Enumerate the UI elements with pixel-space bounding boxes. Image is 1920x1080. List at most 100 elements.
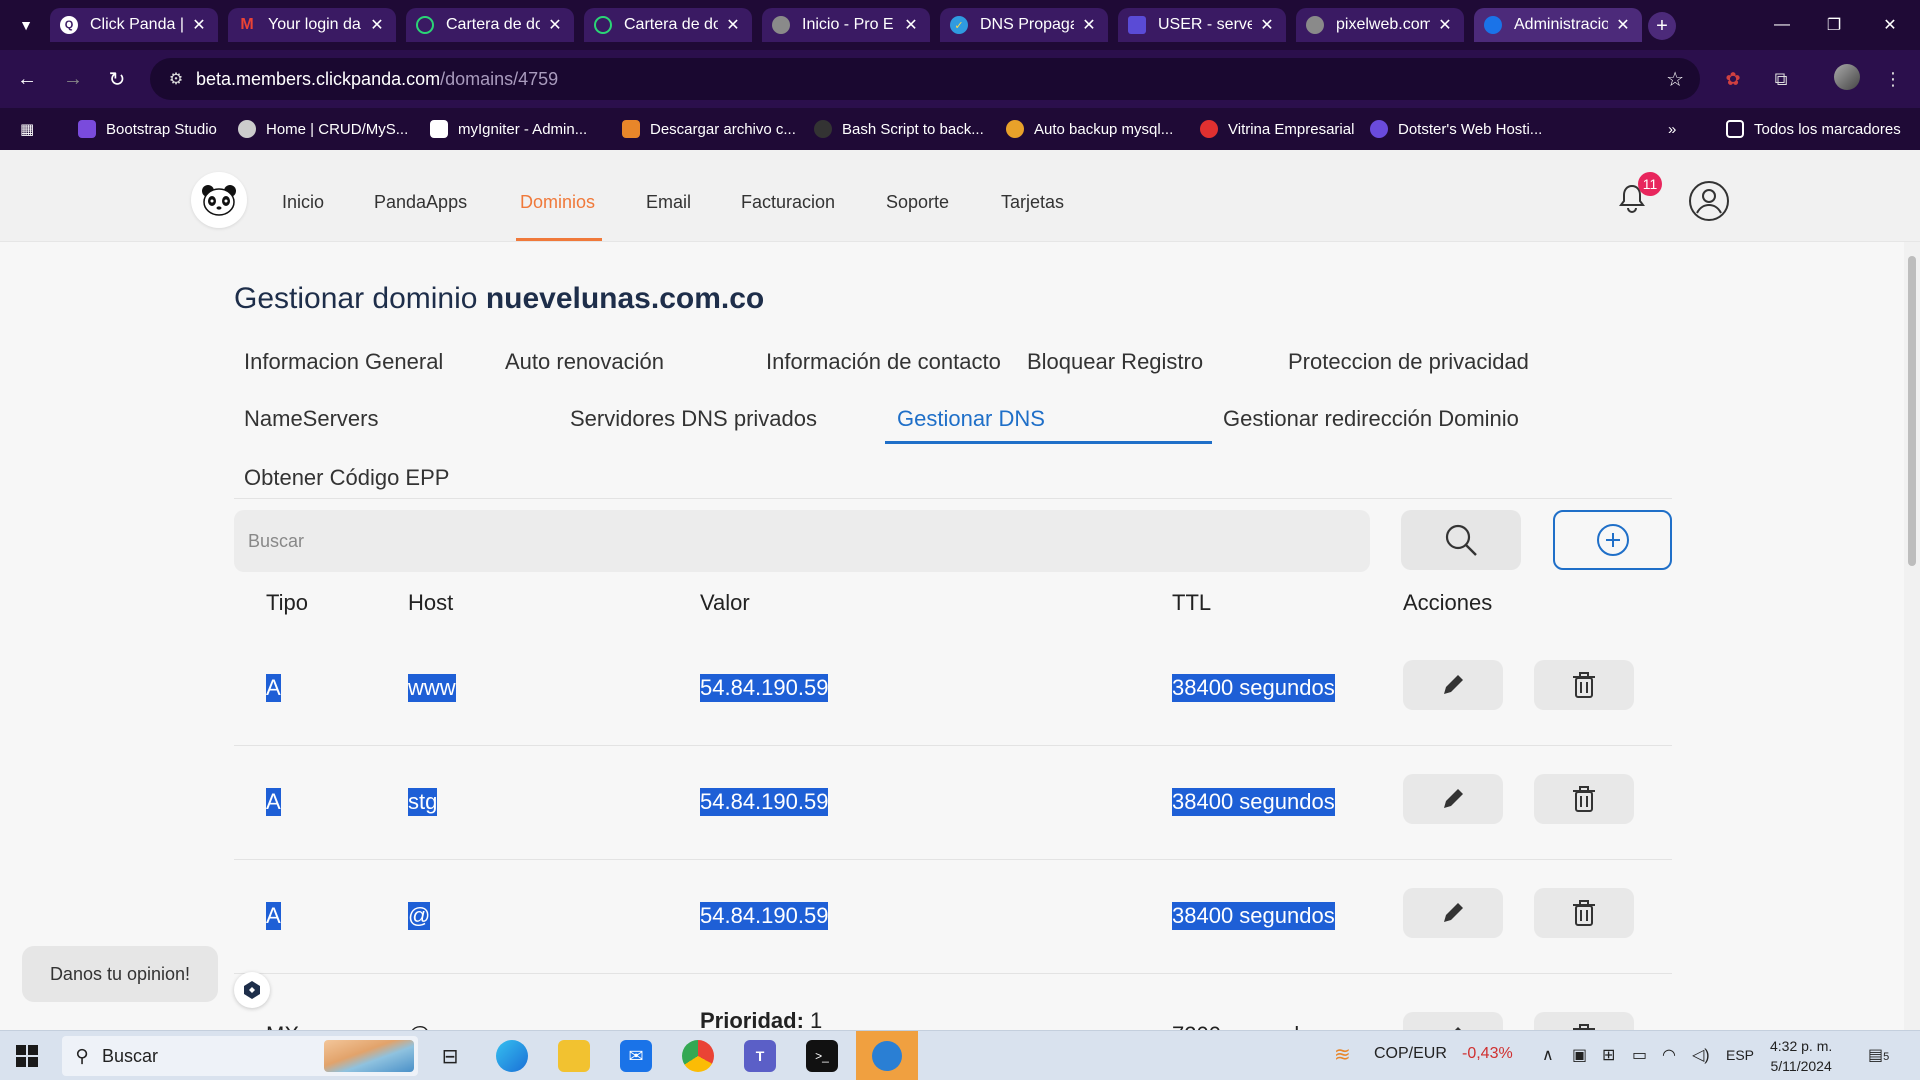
nav-soporte[interactable]: Soporte: [886, 192, 949, 213]
chat-widget-icon[interactable]: [234, 972, 270, 1008]
close-tab-icon[interactable]: ✕: [1080, 15, 1098, 35]
page-scrollbar[interactable]: [1904, 242, 1920, 1030]
browser-tab[interactable]: Q Click Panda | ✕: [50, 8, 218, 42]
bookmark-item[interactable]: Descargar archivo c...: [622, 118, 796, 140]
more-bookmarks-icon[interactable]: »: [1668, 118, 1676, 140]
nav-tarjetas[interactable]: Tarjetas: [1001, 192, 1064, 213]
bookmark-item[interactable]: Vitrina Empresarial: [1200, 118, 1354, 140]
bookmark-star-icon[interactable]: ☆: [1666, 67, 1684, 92]
taskbar-search-input[interactable]: ⚲ Buscar: [62, 1036, 418, 1076]
close-tab-icon[interactable]: ✕: [1614, 15, 1632, 35]
tab-servidores-dns-privados[interactable]: Servidores DNS privados: [570, 406, 817, 432]
browser-tab[interactable]: pixelweb.com ✕: [1296, 8, 1464, 42]
close-window-icon[interactable]: ✕: [1870, 10, 1910, 40]
close-tab-icon[interactable]: ✕: [190, 15, 208, 35]
bookmark-item[interactable]: Bash Script to back...: [814, 118, 984, 140]
restore-icon[interactable]: ❐: [1814, 10, 1854, 40]
bookmark-item[interactable]: myIgniter - Admin...: [430, 118, 587, 140]
tab-proteccion-privacidad[interactable]: Proteccion de privacidad: [1288, 349, 1529, 375]
add-record-button[interactable]: [1553, 510, 1672, 570]
bookmark-item[interactable]: Home | CRUD/MyS...: [238, 118, 408, 140]
tray-app-icon[interactable]: ▣: [1572, 1045, 1587, 1065]
browser-tab[interactable]: Cartera de do ✕: [584, 8, 752, 42]
kebab-menu-icon[interactable]: ⋮: [1878, 64, 1908, 94]
close-tab-icon[interactable]: ✕: [902, 15, 920, 35]
nav-email[interactable]: Email: [646, 192, 691, 213]
nav-dominios[interactable]: Dominios: [520, 192, 595, 213]
delete-button[interactable]: [1534, 660, 1634, 710]
edit-button[interactable]: [1403, 774, 1503, 824]
tab-search-icon[interactable]: ▼: [12, 11, 40, 39]
language-indicator[interactable]: ESP: [1726, 1047, 1754, 1063]
active-app-icon[interactable]: [856, 1031, 918, 1080]
feedback-button[interactable]: Danos tu opinion!: [22, 946, 218, 1002]
all-bookmarks-folder[interactable]: Todos los marcadores: [1726, 118, 1901, 140]
close-tab-icon[interactable]: ✕: [1258, 15, 1276, 35]
tray-display-icon[interactable]: ⊞: [1602, 1045, 1615, 1065]
tab-informacion-general[interactable]: Informacion General: [244, 349, 443, 375]
currency-pair[interactable]: COP/EUR: [1374, 1045, 1447, 1063]
chrome-icon[interactable]: [682, 1040, 714, 1072]
file-explorer-icon[interactable]: [558, 1040, 590, 1072]
apps-grid-icon[interactable]: ▦: [20, 118, 34, 140]
close-tab-icon[interactable]: ✕: [1436, 15, 1454, 35]
reload-icon[interactable]: ↻: [102, 64, 132, 94]
edit-button[interactable]: [1403, 660, 1503, 710]
teams-icon[interactable]: T: [744, 1040, 776, 1072]
nav-inicio[interactable]: Inicio: [282, 192, 324, 213]
browser-tab[interactable]: Cartera de do ✕: [406, 8, 574, 42]
browser-tab[interactable]: Inicio - Pro E ✕: [762, 8, 930, 42]
back-arrow-icon[interactable]: ←: [12, 64, 42, 94]
battery-icon[interactable]: ▭: [1632, 1045, 1647, 1065]
notification-center-icon[interactable]: ▤5: [1868, 1045, 1889, 1065]
terminal-icon[interactable]: >_: [806, 1040, 838, 1072]
windows-start-icon[interactable]: [16, 1045, 38, 1067]
close-tab-icon[interactable]: ✕: [368, 15, 386, 35]
search-button[interactable]: [1401, 510, 1521, 570]
tab-obtener-codigo-epp[interactable]: Obtener Código EPP: [244, 465, 449, 491]
delete-button[interactable]: [1534, 774, 1634, 824]
tab-nameservers[interactable]: NameServers: [244, 406, 378, 432]
scroll-thumb[interactable]: [1908, 256, 1916, 566]
browser-tab[interactable]: ✓ DNS Propaga ✕: [940, 8, 1108, 42]
close-tab-icon[interactable]: ✕: [724, 15, 742, 35]
extension-icon[interactable]: ✿: [1718, 64, 1748, 94]
tab-auto-renovacion[interactable]: Auto renovación: [505, 349, 664, 375]
bookmark-item[interactable]: Dotster's Web Hosti...: [1370, 118, 1542, 140]
extensions-puzzle-icon[interactable]: ⧉: [1766, 64, 1796, 94]
wifi-icon[interactable]: ◠: [1662, 1045, 1676, 1065]
search-input[interactable]: Buscar: [234, 510, 1370, 572]
bookmark-item[interactable]: Bootstrap Studio: [78, 118, 217, 140]
edit-button[interactable]: [1403, 888, 1503, 938]
currency-widget-icon[interactable]: ≋: [1334, 1042, 1351, 1067]
delete-button[interactable]: [1534, 888, 1634, 938]
tab-gestionar-dns[interactable]: Gestionar DNS: [897, 406, 1045, 432]
url-input[interactable]: ⚙ beta.members.clickpanda.com/domains/47…: [150, 58, 1700, 100]
new-tab-button[interactable]: +: [1648, 12, 1676, 40]
nav-pandaapps[interactable]: PandaApps: [374, 192, 467, 213]
profile-avatar[interactable]: [1834, 64, 1860, 90]
mail-icon[interactable]: ✉: [620, 1040, 652, 1072]
chevron-up-icon[interactable]: ∧: [1542, 1045, 1554, 1065]
nav-facturacion[interactable]: Facturacion: [741, 192, 835, 213]
user-account-icon[interactable]: [1688, 180, 1730, 222]
edge-icon[interactable]: [496, 1040, 528, 1072]
panda-logo[interactable]: [191, 172, 247, 228]
minimize-icon[interactable]: —: [1762, 10, 1802, 40]
browser-tab[interactable]: M Your login da ✕: [228, 8, 396, 42]
currency-change: -0,43%: [1462, 1045, 1513, 1062]
task-view-icon[interactable]: ⊟: [434, 1040, 466, 1072]
browser-tab-active[interactable]: Administracio ✕: [1474, 8, 1642, 42]
site-info-icon[interactable]: ⚙: [156, 69, 196, 89]
browser-tab[interactable]: USER - server ✕: [1118, 8, 1286, 42]
close-tab-icon[interactable]: ✕: [546, 15, 564, 35]
tab-bloquear-registro[interactable]: Bloquear Registro: [1027, 349, 1203, 375]
volume-icon[interactable]: ◁): [1692, 1045, 1710, 1065]
delete-button[interactable]: [1534, 1012, 1634, 1030]
forward-arrow-icon[interactable]: →: [58, 64, 88, 94]
tab-informacion-contacto[interactable]: Información de contacto: [766, 349, 1001, 375]
edit-button[interactable]: [1403, 1012, 1503, 1030]
clock[interactable]: 4:32 p. m. 5/11/2024: [1770, 1036, 1832, 1076]
tab-gestionar-redireccion[interactable]: Gestionar redirección Dominio: [1223, 406, 1519, 432]
bookmark-item[interactable]: Auto backup mysql...: [1006, 118, 1173, 140]
